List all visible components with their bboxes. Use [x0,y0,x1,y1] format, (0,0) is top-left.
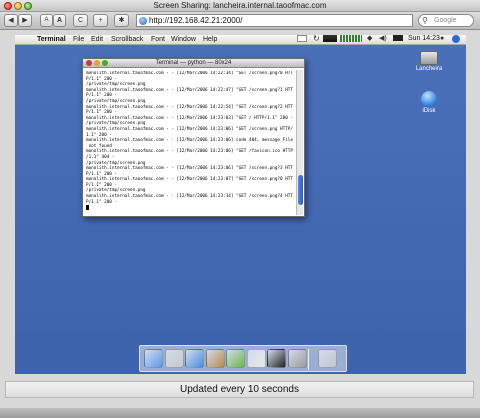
text-larger-button[interactable]: A [53,14,66,27]
menu-edit[interactable]: Edit [91,35,103,45]
address-field[interactable]: http://192.168.42.21:2000/ [136,14,413,27]
battery-icon[interactable] [393,35,403,41]
terminal-line: monolith.internal.taoofmac.com - - [12/M… [86,138,293,144]
spotlight-icon[interactable] [452,35,460,43]
desktop-icon-lancheira[interactable]: Lancheira [411,51,447,72]
terminal-line: monolith.internal.taoofmac.com - - [12/M… [86,177,293,183]
dock [139,345,347,372]
search-field[interactable]: ⚲ Google [418,14,474,27]
window-titlebar: Screen Sharing: lancheira.internal.taoof… [0,0,480,12]
network-meter-icon [323,35,337,42]
hard-drive-icon [420,51,438,65]
cpu-meter-icon [297,35,307,42]
terminal-output[interactable]: monolith.internal.taoofmac.com - - [12/M… [86,71,296,215]
menu-scrollback[interactable]: Scrollback [111,35,143,45]
zoom-icon[interactable] [102,60,108,66]
user-icon[interactable]: ● [440,35,444,43]
mail-icon[interactable] [164,349,184,368]
volume-icon[interactable]: ◀) [379,35,387,43]
desktop-icon-label: iDisk [422,108,436,114]
terminal-scrollbar[interactable] [296,70,303,215]
address-book-icon[interactable] [205,349,225,368]
terminal-icon[interactable] [267,349,286,368]
menu-window[interactable]: Window [171,35,196,45]
scrollbar-thumb[interactable] [298,175,303,205]
ical-icon[interactable] [246,349,266,368]
reload-button[interactable]: C [73,14,88,27]
terminal-line: monolith.internal.taoofmac.com - - [12/M… [86,87,293,93]
address-text: http://192.168.42.21:2000/ [149,16,243,25]
forward-button[interactable]: ▶ [18,14,32,27]
search-placeholder: Google [434,17,457,24]
system-preferences-icon[interactable] [287,349,307,368]
clock[interactable]: Sun 14:23 [408,35,440,43]
activity-meter-icon [340,35,362,42]
remote-menubar: Terminal File Edit Scrollback Font Windo… [15,35,466,45]
terminal-line: monolith.internal.taoofmac.com - - [12/M… [86,149,293,155]
terminal-line: monolith.internal.taoofmac.com - - [12/M… [86,104,293,110]
status-text: Updated every 10 seconds [180,384,299,395]
remote-screen[interactable]: Terminal File Edit Scrollback Font Windo… [15,35,466,374]
sync-icon[interactable]: ↻ [313,35,320,43]
network-icon[interactable]: ◆ [367,35,372,43]
terminal-cursor [86,205,89,211]
terminal-line: monolith.internal.taoofmac.com - - [12/M… [86,194,293,200]
itunes-icon[interactable] [226,349,245,368]
window-bottom-bar [0,408,480,418]
terminal-line: monolith.internal.taoofmac.com - - [12/M… [86,166,293,172]
status-bar: Updated every 10 seconds [5,381,474,398]
settings-button[interactable]: ✱ [114,14,129,27]
menu-app-name[interactable]: Terminal [37,35,66,45]
menu-file[interactable]: File [73,35,84,45]
minimize-icon[interactable] [94,60,100,66]
idisk-icon [421,91,437,107]
search-icon: ⚲ [422,16,428,25]
zoom-icon[interactable] [24,2,32,10]
menu-help[interactable]: Help [203,35,217,45]
desktop-icon-idisk[interactable]: iDisk [411,91,447,114]
text-smaller-button[interactable]: A [40,14,53,27]
add-bookmark-button[interactable]: + [93,14,108,27]
safari-icon[interactable] [185,349,204,368]
trash-icon[interactable] [318,349,337,368]
terminal-titlebar: Terminal — python — 80x24 [83,59,304,68]
browser-toolbar: ◀ ▶ A A C + ✱ http://192.168.42.21:2000/… [0,12,480,30]
globe-icon [139,17,147,25]
window-title: Screen Sharing: lancheira.internal.taoof… [153,1,327,10]
terminal-line: P/1.1" 200 - [86,199,118,205]
terminal-line: monolith.internal.taoofmac.com - - [12/M… [86,126,293,132]
terminal-title: Terminal — python — 80x24 [155,60,232,66]
close-icon[interactable] [4,2,12,10]
menu-font[interactable]: Font [151,35,165,45]
dock-separator [308,349,309,370]
terminal-window[interactable]: Terminal — python — 80x24 monolith.inter… [82,58,305,217]
terminal-line: monolith.internal.taoofmac.com - - [12/M… [86,71,293,76]
minimize-icon[interactable] [14,2,22,10]
back-button[interactable]: ◀ [4,14,18,27]
desktop-icon-label: Lancheira [415,66,443,72]
finder-icon[interactable] [144,349,163,368]
close-icon[interactable] [86,60,92,66]
